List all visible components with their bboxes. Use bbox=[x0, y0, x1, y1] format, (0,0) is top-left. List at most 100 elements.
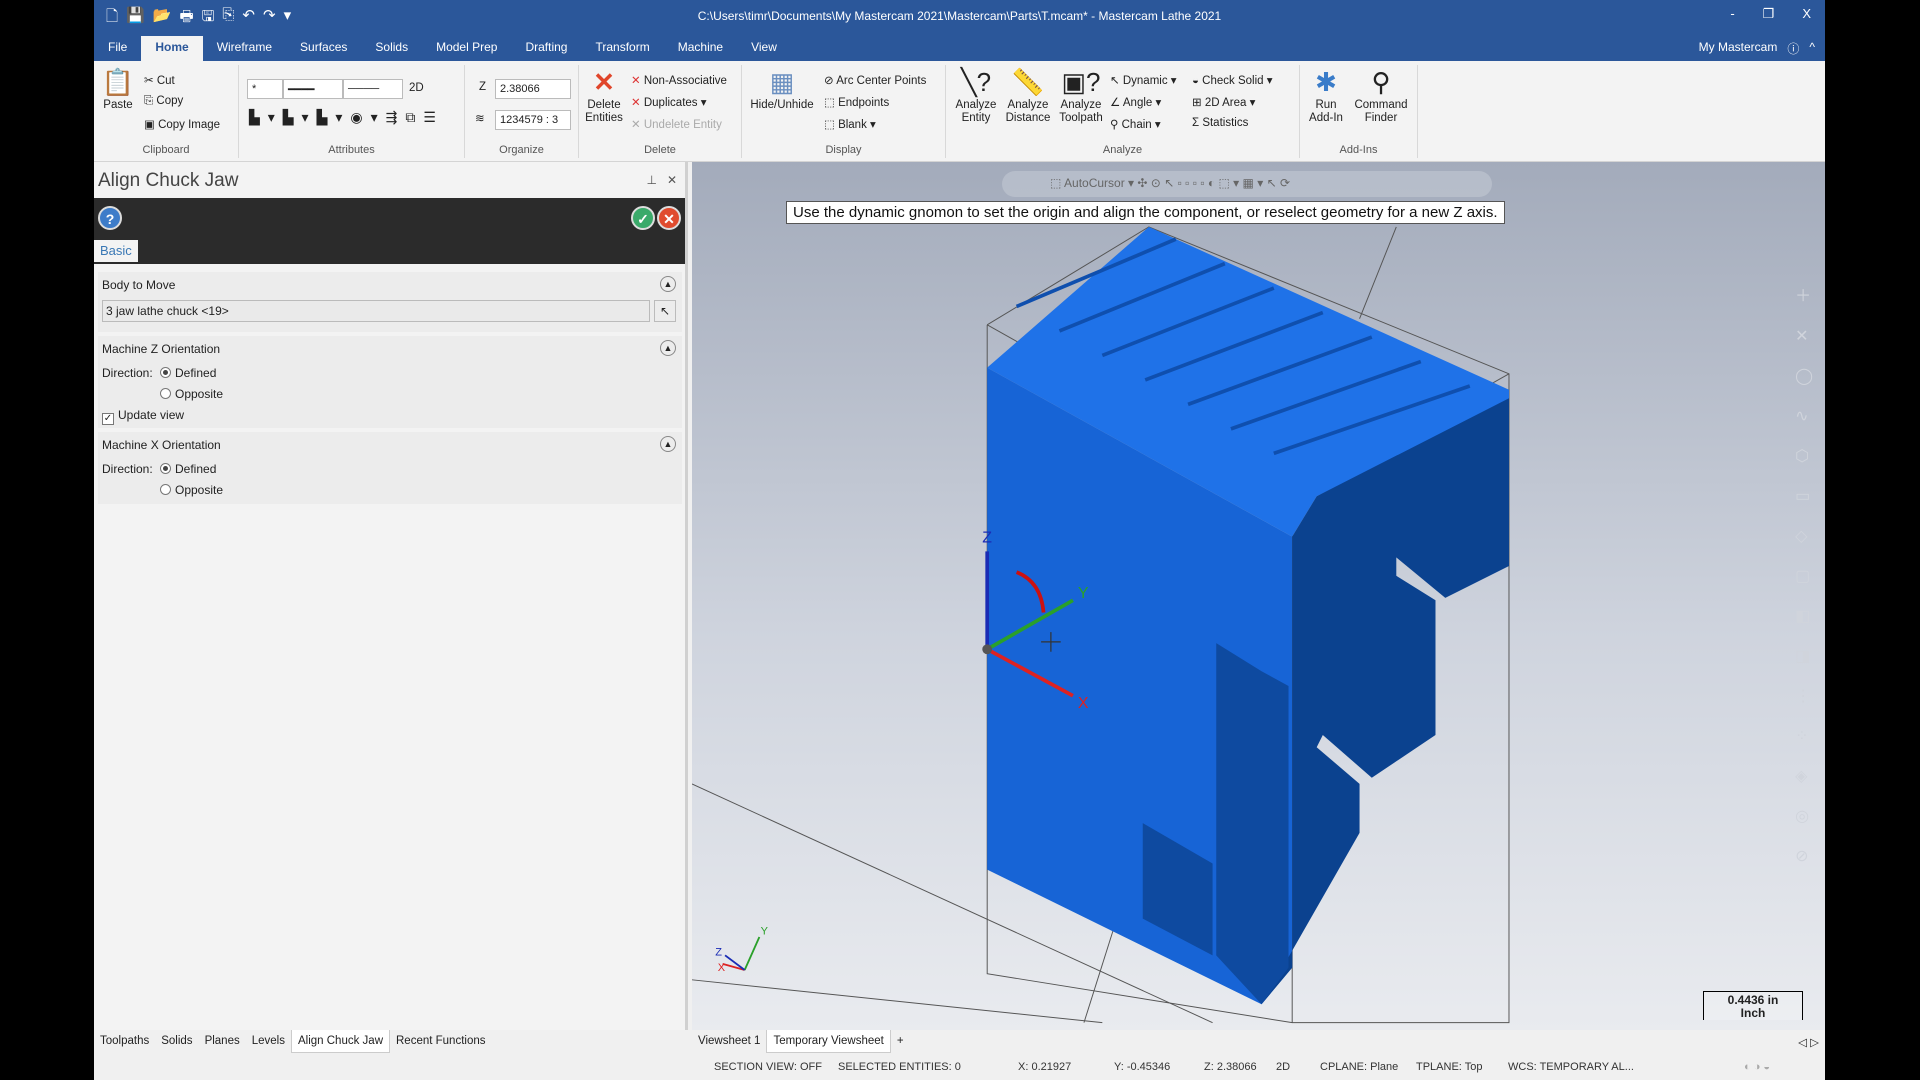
statistics-button[interactable]: Σ Statistics bbox=[1192, 117, 1248, 129]
tab-model-prep[interactable]: Model Prep bbox=[422, 36, 511, 61]
undelete-entity-button[interactable]: ✕ Undelete Entity bbox=[631, 117, 722, 131]
z-defined-radio[interactable]: Defined bbox=[160, 366, 216, 380]
panel-close-icon[interactable]: ✕ bbox=[667, 173, 677, 187]
arc-center-points-button[interactable]: ⊘ Arc Center Points bbox=[824, 73, 926, 87]
gnomon-y-label: Y bbox=[1078, 585, 1089, 602]
z-depth-status[interactable]: Z: 2.38066 bbox=[1204, 1061, 1257, 1073]
paste-button[interactable]: 📋 Paste bbox=[100, 65, 136, 112]
2d-area-button[interactable]: ⊞ 2D Area ▾ bbox=[1192, 95, 1255, 109]
zoom-in-icon[interactable]: ＋ bbox=[1795, 282, 1813, 306]
tab-transform[interactable]: Transform bbox=[581, 36, 663, 61]
wireframe-icon[interactable]: ◨ bbox=[1795, 646, 1813, 666]
tab-surfaces[interactable]: Surfaces bbox=[286, 36, 361, 61]
run-addin-button[interactable]: ✱ Run Add-In bbox=[1304, 65, 1348, 125]
cancel-button[interactable]: ✕ bbox=[657, 206, 681, 230]
collapse-ribbon-icon[interactable]: ^ bbox=[1809, 40, 1815, 57]
restore-button[interactable]: ❐ bbox=[1763, 6, 1775, 22]
ok-button[interactable]: ✓ bbox=[631, 206, 655, 230]
minimize-button[interactable]: - bbox=[1730, 6, 1734, 22]
graphics-viewport[interactable]: Z Y X Y Z X ⬚ AutoCursor ▾ ✣ ⊙ ↖ ▫ ▫ ▫ ▫… bbox=[692, 162, 1825, 1030]
light-icon[interactable]: ◎ bbox=[1795, 806, 1813, 826]
cplane-status[interactable]: CPLANE: Plane bbox=[1320, 1061, 1398, 1073]
blank-button[interactable]: ⬚ Blank ▾ bbox=[824, 117, 876, 131]
endpoints-button[interactable]: ⬚ Endpoints bbox=[824, 95, 889, 109]
tab-planes[interactable]: Planes bbox=[199, 1030, 246, 1053]
tab-viewsheet-1[interactable]: Viewsheet 1 bbox=[692, 1030, 766, 1053]
tab-solids-manager[interactable]: Solids bbox=[155, 1030, 198, 1053]
wcs-status[interactable]: WCS: TEMPORARY AL... bbox=[1508, 1061, 1634, 1073]
non-associative-button[interactable]: ✕ Non-Associative bbox=[631, 73, 727, 87]
chain-button[interactable]: ⚲ Chain ▾ bbox=[1110, 117, 1161, 131]
add-viewsheet-button[interactable]: + bbox=[891, 1030, 910, 1053]
hide-unhide-button[interactable]: ▦ Hide/Unhide bbox=[746, 65, 818, 112]
delete-entities-button[interactable]: ✕ Delete Entities bbox=[583, 65, 625, 125]
tab-align-chuck-jaw[interactable]: Align Chuck Jaw bbox=[290, 1030, 390, 1053]
copy-button[interactable]: ⎘ Copy bbox=[144, 95, 183, 108]
angle-button[interactable]: ∠ Angle ▾ bbox=[1110, 95, 1161, 109]
isometric-icon[interactable]: ⬡ bbox=[1795, 446, 1813, 466]
body-to-move-field[interactable]: 3 jaw lathe chuck <19> bbox=[102, 300, 650, 322]
select-body-button[interactable]: ↖ bbox=[654, 300, 676, 322]
front-view-icon[interactable]: ◇ bbox=[1795, 526, 1813, 546]
collapse-icon[interactable]: ▲ bbox=[660, 340, 676, 356]
command-finder-button[interactable]: ⚲ Command Finder bbox=[1352, 65, 1410, 125]
tab-view[interactable]: View bbox=[737, 36, 791, 61]
collapse-icon[interactable]: ▲ bbox=[660, 276, 676, 292]
dimension-mode[interactable]: 2D bbox=[1276, 1061, 1290, 1073]
2d-3d-toggle[interactable]: 2D bbox=[409, 82, 424, 94]
top-view-icon[interactable]: ▭ bbox=[1795, 486, 1813, 506]
section-view-status[interactable]: SECTION VIEW: OFF bbox=[714, 1061, 822, 1073]
tab-temporary-viewsheet[interactable]: Temporary Viewsheet bbox=[766, 1030, 891, 1053]
pan-icon[interactable]: ∿ bbox=[1795, 406, 1813, 426]
close-button[interactable]: X bbox=[1802, 6, 1811, 22]
dynamic-button[interactable]: ↖ Dynamic ▾ bbox=[1110, 73, 1177, 87]
line-width-select[interactable]: ──── bbox=[343, 79, 403, 99]
selection-toolbar[interactable]: ⬚ AutoCursor ▾ ✣ ⊙ ↖ ▫ ▫ ▫ ▫ ◐ ⬚ ▾ ▦ ▾ ↖… bbox=[1002, 171, 1492, 197]
tplane-status[interactable]: TPLANE: Top bbox=[1416, 1061, 1482, 1073]
fit-icon[interactable]: ✕ bbox=[1795, 326, 1813, 346]
tab-toolpaths[interactable]: Toolpaths bbox=[94, 1030, 155, 1053]
scroll-arrows[interactable]: ◁ ▷ bbox=[1792, 1030, 1825, 1053]
y-coordinate: Y: -0.45346 bbox=[1114, 1061, 1171, 1073]
x-defined-radio[interactable]: Defined bbox=[160, 462, 216, 476]
help-button[interactable]: ? bbox=[98, 206, 122, 230]
analyze-entity-button[interactable]: ╲? Analyze Entity bbox=[952, 65, 1000, 125]
help-icon[interactable]: ⓘ bbox=[1787, 40, 1799, 57]
duplicates-button[interactable]: ✕ Duplicates ▾ bbox=[631, 95, 707, 109]
no-icon[interactable]: ⊘ bbox=[1795, 846, 1813, 866]
attribute-color-tools[interactable]: ▙▾▙▾▙▾◉▾⇶⧉☰ bbox=[249, 109, 444, 126]
z-depth-input[interactable]: 2.38066 bbox=[495, 79, 571, 99]
z-opposite-radio[interactable]: Opposite bbox=[160, 387, 223, 401]
copy-image-button[interactable]: ▣ Copy Image bbox=[144, 117, 220, 131]
my-mastercam-link[interactable]: My Mastercam bbox=[1699, 40, 1778, 57]
analyze-distance-button[interactable]: 📏 Analyze Distance bbox=[1002, 65, 1054, 125]
tab-home[interactable]: Home bbox=[141, 36, 203, 61]
level-select[interactable]: 1234579 : 3 bbox=[495, 110, 571, 130]
tab-levels[interactable]: Levels bbox=[246, 1030, 291, 1053]
tab-file[interactable]: File bbox=[94, 36, 141, 61]
autocursor-select[interactable]: AutoCursor bbox=[1064, 176, 1125, 190]
tab-basic[interactable]: Basic bbox=[94, 240, 138, 262]
point-style-select[interactable]: * bbox=[247, 79, 283, 99]
tab-drafting[interactable]: Drafting bbox=[511, 36, 581, 61]
x-opposite-radio[interactable]: Opposite bbox=[160, 483, 223, 497]
tab-recent-functions[interactable]: Recent Functions bbox=[390, 1030, 492, 1053]
side-view-icon[interactable]: ▢ bbox=[1795, 566, 1813, 586]
update-view-checkbox[interactable]: ✓ Update view bbox=[102, 408, 184, 425]
line-style-select[interactable]: ━━━━ bbox=[283, 79, 343, 99]
grid-icon[interactable]: ⋮ bbox=[1795, 686, 1813, 706]
pin-icon[interactable]: ⊥ bbox=[646, 173, 656, 187]
rotate-icon[interactable]: ◯ bbox=[1795, 366, 1813, 386]
tab-solids[interactable]: Solids bbox=[361, 36, 422, 61]
analyze-toolpath-button[interactable]: ▣? Analyze Toolpath bbox=[1056, 65, 1106, 125]
layers-icon[interactable]: ◈ bbox=[1795, 766, 1813, 786]
shading-buttons[interactable]: ◐ ◑ ◒ bbox=[1744, 1061, 1770, 1073]
shade-icon[interactable]: ◧ bbox=[1795, 606, 1813, 626]
tab-wireframe[interactable]: Wireframe bbox=[203, 36, 286, 61]
cut-button[interactable]: ✂ Cut bbox=[144, 73, 175, 87]
gnomon-x-label: X bbox=[1078, 695, 1089, 712]
tab-machine[interactable]: Machine bbox=[664, 36, 737, 61]
collapse-icon[interactable]: ▲ bbox=[660, 436, 676, 452]
check-solid-button[interactable]: ◒ Check Solid ▾ bbox=[1192, 73, 1273, 87]
snap-icon[interactable]: ⁘ bbox=[1795, 726, 1813, 746]
